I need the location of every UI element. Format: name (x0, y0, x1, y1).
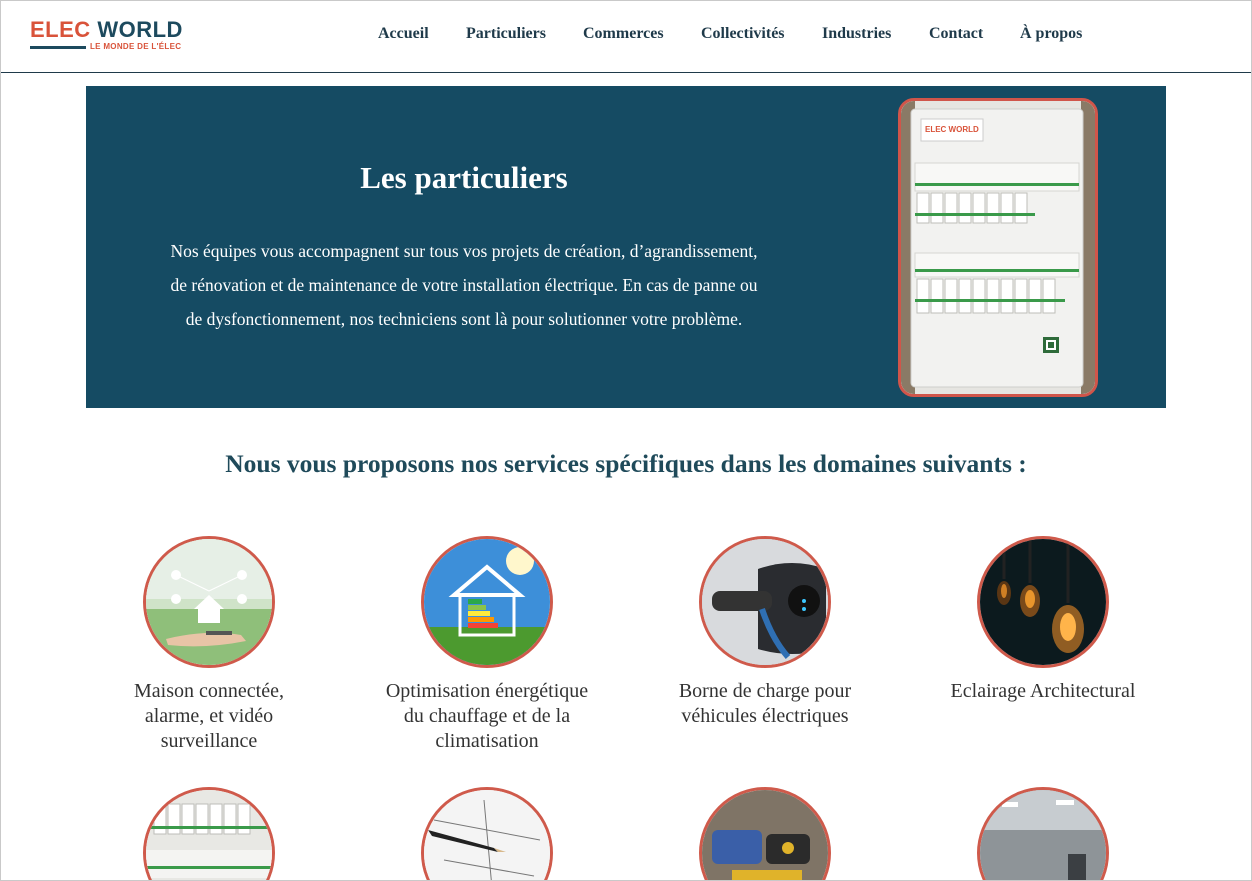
smart-home-image[interactable] (143, 536, 275, 668)
service-label-smart-home[interactable]: Maison connectée, alarme, et vidéo surve… (89, 679, 329, 754)
nav-a-propos[interactable]: À propos (1020, 25, 1082, 43)
logo[interactable]: ELEC WORLD LE MONDE DE L'ÉLEC (30, 17, 185, 57)
label-line: climatisation (435, 730, 539, 752)
services-heading: Nous vous proposons nos services spécifi… (225, 449, 1027, 478)
light-bulb-image[interactable] (977, 536, 1109, 668)
nav-commerces[interactable]: Commerces (583, 25, 664, 43)
label-line: alarme, et vidéo (144, 705, 274, 727)
electrician-tools-image[interactable] (699, 787, 831, 880)
site-header: ELEC WORLD LE MONDE DE L'ÉLEC Accueil Pa… (1, 1, 1251, 73)
nav-accueil[interactable]: Accueil (378, 25, 429, 43)
logo-tagline: LE MONDE DE L'ÉLEC (90, 42, 182, 51)
panel-logo-text: ELEC WORLD (925, 125, 979, 134)
logo-world: WORLD (97, 17, 183, 42)
label-line: surveillance (160, 730, 258, 752)
logo-underline (30, 46, 86, 49)
page: ELEC WORLD LE MONDE DE L'ÉLEC Accueil Pa… (0, 0, 1252, 881)
hero-line: de rénovation et de maintenance de votre… (170, 275, 758, 295)
nav-particuliers[interactable]: Particuliers (466, 25, 546, 43)
nav-industries[interactable]: Industries (822, 25, 891, 43)
service-label-ev[interactable]: Borne de charge pour véhicules électriqu… (645, 679, 885, 729)
label-line: Maison connectée, (134, 680, 284, 702)
logo-elec: ELEC (30, 17, 91, 42)
label-line: véhicules électriques (681, 705, 849, 727)
service-label-lighting[interactable]: Eclairage Architectural (923, 679, 1163, 704)
label-line: du chauffage et de la (403, 705, 571, 727)
ceiling-lights-image[interactable] (977, 787, 1109, 880)
service-label-energy[interactable]: Optimisation énergétique du chauffage et… (367, 679, 607, 754)
electrical-panel-image: ELEC WORLD (898, 98, 1098, 397)
logo-text: ELEC WORLD (30, 17, 183, 43)
label-line: Borne de charge pour (678, 680, 852, 702)
nav-contact[interactable]: Contact (929, 25, 983, 43)
nav-collectivites[interactable]: Collectivités (701, 25, 785, 43)
breaker-panel-image[interactable] (143, 787, 275, 880)
blueprint-pencil-image[interactable] (421, 787, 553, 880)
hero-line: de dysfonctionnement, nos techniciens so… (185, 309, 743, 329)
hero-line: Nos équipes vous accompagnent sur tous v… (170, 241, 758, 261)
ev-charger-image[interactable] (699, 536, 831, 668)
label-line: Optimisation énergétique (385, 680, 589, 702)
hero-description: Nos équipes vous accompagnent sur tous v… (136, 234, 792, 336)
hero-banner: Les particuliers Nos équipes vous accomp… (86, 86, 1166, 408)
energy-house-image[interactable] (421, 536, 553, 668)
label-line: Eclairage Architectural (950, 680, 1136, 702)
hero-title: Les particuliers (360, 160, 568, 195)
